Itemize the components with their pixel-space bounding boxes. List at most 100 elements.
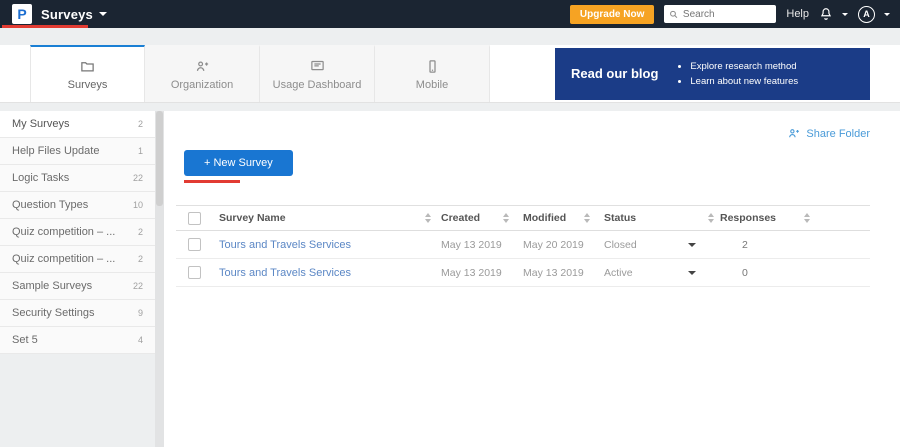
scrollbar-thumb[interactable] [156,111,163,206]
sidebar-item-count: 10 [133,200,143,210]
header-modified[interactable]: Modified [523,212,590,224]
tab-organization[interactable]: Organization [145,45,260,102]
search-input[interactable] [683,9,771,20]
tab-surveys[interactable]: Surveys [30,45,145,102]
app-logo[interactable]: P [12,4,32,24]
table-row: Tours and Travels Services May 13 2019 M… [176,259,870,287]
tab-label: Organization [171,79,233,91]
header-label: Status [604,212,636,224]
status-value: Closed [604,239,637,251]
header-status[interactable]: Status [604,212,714,224]
chevron-down-icon[interactable] [99,12,107,16]
chevron-down-icon [884,13,890,16]
header-label: Modified [523,212,566,224]
app-window: P Surveys Upgrade Now Help A [0,0,900,447]
annotation-underline [184,180,240,183]
header-survey-name[interactable]: Survey Name [219,212,441,224]
sidebar-item-label: Quiz competition – ... [12,253,115,265]
status-dropdown-icon[interactable] [688,271,696,275]
sort-icon[interactable] [503,213,509,223]
table-header-row: Survey Name Created Modified Status [176,205,870,231]
folder-icon [79,59,96,74]
tab-band: Surveys Organization Usage Dashboard Mob… [0,45,900,103]
sidebar-item-security-settings[interactable]: Security Settings 9 [0,300,155,327]
sidebar-item-sample-surveys[interactable]: Sample Surveys 22 [0,273,155,300]
sidebar-item-label: Security Settings [12,307,95,319]
row-checkbox[interactable] [188,266,201,279]
header-responses[interactable]: Responses [720,212,810,224]
sidebar-item-count: 22 [133,173,143,183]
sort-icon[interactable] [584,213,590,223]
modified-date: May 20 2019 [523,239,584,251]
share-folder-icon [787,127,801,140]
responses-count: 2 [720,239,748,251]
sidebar-item-label: Sample Surveys [12,280,92,292]
notifications[interactable] [819,7,848,21]
tab-label: Mobile [416,79,448,91]
main-content: Share Folder + New Survey Survey Name Cr… [164,111,900,447]
sidebar-item-count: 2 [138,227,143,237]
blog-bullet: Learn about new features [690,76,798,87]
sidebar-item-my-surveys[interactable]: My Surveys 2 [0,111,155,138]
sort-icon[interactable] [804,213,810,223]
share-folder-label: Share Folder [806,128,870,140]
share-folder[interactable]: Share Folder [176,127,870,140]
sidebar-item-count: 2 [138,119,143,129]
sidebar-item-label: Help Files Update [12,145,99,157]
sidebar-item-label: Set 5 [12,334,38,346]
table-row: Tours and Travels Services May 13 2019 M… [176,231,870,259]
sort-icon[interactable] [708,213,714,223]
status-value: Active [604,267,633,279]
tab-mobile[interactable]: Mobile [375,45,490,102]
select-all-checkbox[interactable] [188,212,201,225]
header-label: Survey Name [219,212,286,224]
sidebar-item-label: Question Types [12,199,88,211]
blog-panel[interactable]: Read our blog Explore research method Le… [555,48,870,100]
survey-name-link[interactable]: Tours and Travels Services [219,239,351,251]
tabs: Surveys Organization Usage Dashboard Mob… [30,45,490,102]
header-label: Created [441,212,480,224]
sidebar-scrollbar[interactable] [155,111,164,447]
header-created[interactable]: Created [441,212,509,224]
help-link[interactable]: Help [786,8,809,20]
new-survey-button[interactable]: + New Survey [184,150,293,176]
sidebar-item-count: 4 [138,335,143,345]
sidebar-item-label: My Surveys [12,118,69,130]
logo-letter: P [17,6,26,22]
tab-usage-dashboard[interactable]: Usage Dashboard [260,45,375,102]
sidebar-item-count: 22 [133,281,143,291]
sidebar-item-label: Quiz competition – ... [12,226,115,238]
sidebar-item-label: Logic Tasks [12,172,69,184]
responses-count: 0 [720,267,748,279]
sidebar: My Surveys 2 Help Files Update 1 Logic T… [0,111,155,447]
sidebar-item-logic-tasks[interactable]: Logic Tasks 22 [0,165,155,192]
dashboard-icon [309,59,326,74]
body: My Surveys 2 Help Files Update 1 Logic T… [0,111,900,447]
upgrade-now-button[interactable]: Upgrade Now [570,5,654,24]
sidebar-item-quiz-competition-1[interactable]: Quiz competition – ... 2 [0,219,155,246]
sidebar-item-set-5[interactable]: Set 5 4 [0,327,155,354]
modified-date: May 13 2019 [523,267,584,279]
created-date: May 13 2019 [441,267,502,279]
search-icon [669,9,679,20]
blog-title: Read our blog [571,66,658,81]
mobile-icon [424,59,441,74]
sidebar-item-quiz-competition-2[interactable]: Quiz competition – ... 2 [0,246,155,273]
account-menu[interactable]: A [858,6,890,23]
people-icon [194,59,211,74]
sidebar-item-count: 9 [138,308,143,318]
surveys-table: Survey Name Created Modified Status [176,205,870,287]
blog-bullets: Explore research method Learn about new … [676,61,798,87]
sidebar-item-count: 2 [138,254,143,264]
search-box[interactable] [664,5,776,23]
survey-name-link[interactable]: Tours and Travels Services [219,267,351,279]
sort-icon[interactable] [425,213,431,223]
row-checkbox[interactable] [188,238,201,251]
sidebar-item-count: 1 [138,146,143,156]
sidebar-item-question-types[interactable]: Question Types 10 [0,192,155,219]
status-dropdown-icon[interactable] [688,243,696,247]
annotation-underline [2,25,88,28]
sidebar-item-help-files-update[interactable]: Help Files Update 1 [0,138,155,165]
tab-label: Usage Dashboard [273,79,362,91]
tab-label: Surveys [68,79,108,91]
